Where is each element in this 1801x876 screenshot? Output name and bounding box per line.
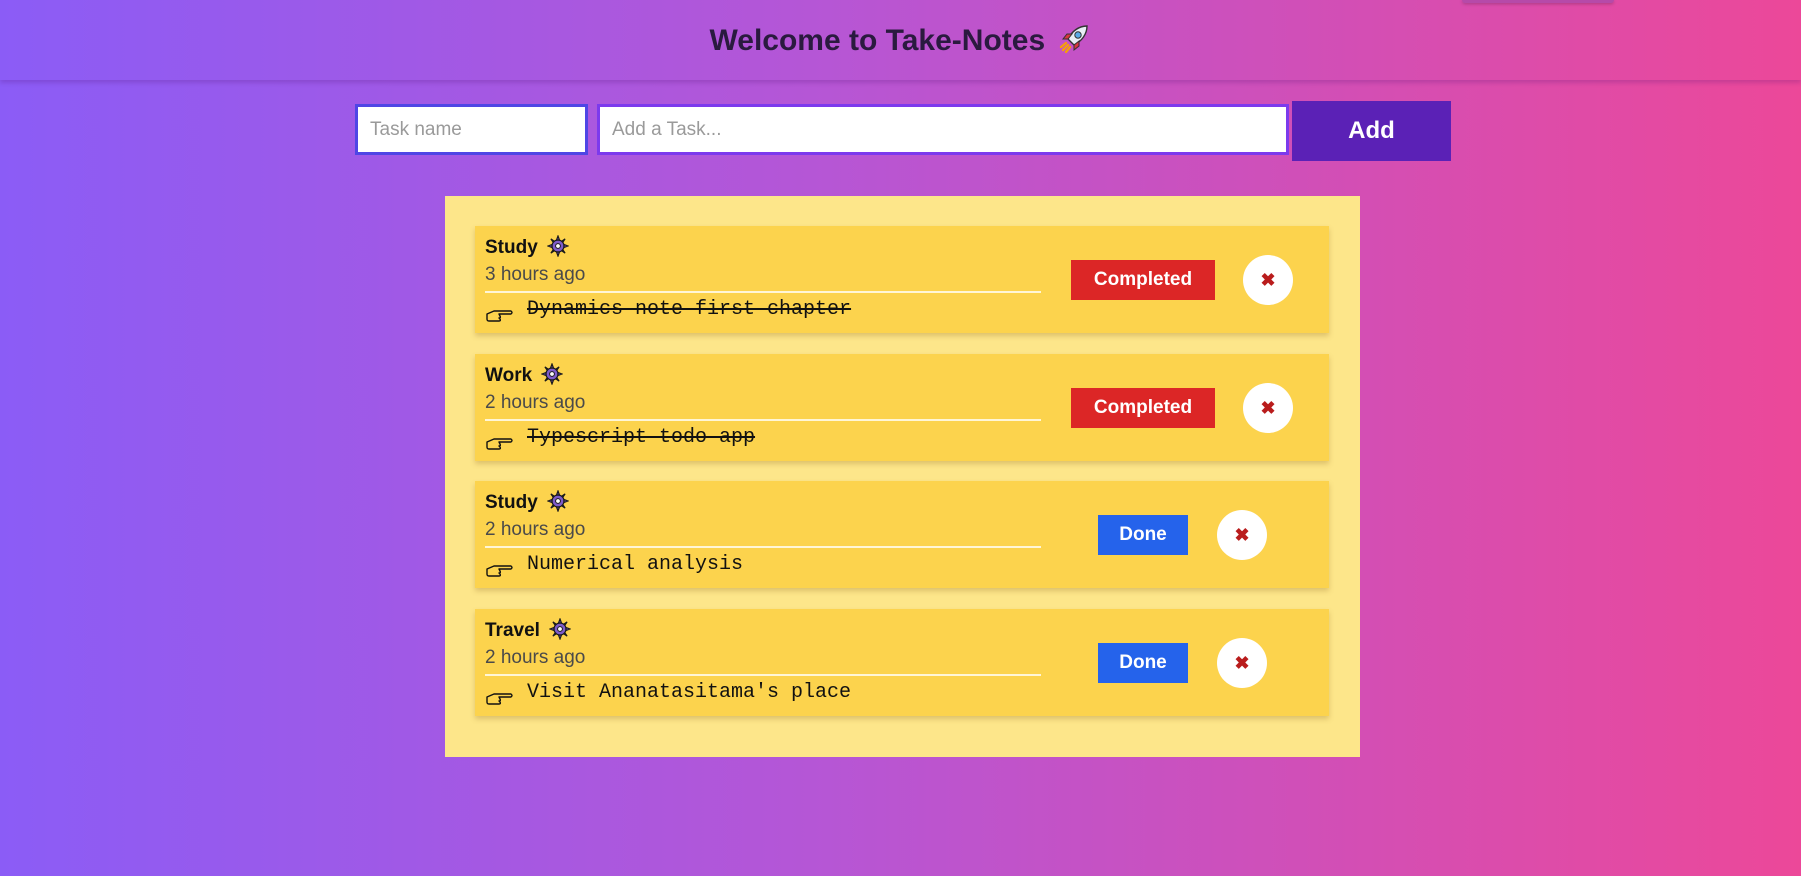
task-list: Study 3 hours ago Dynamics note first ch… (445, 196, 1360, 757)
completed-button[interactable]: Completed (1071, 260, 1215, 300)
page-title-text: Welcome to Take-Notes (709, 24, 1046, 57)
done-button[interactable]: Done (1098, 643, 1188, 683)
completed-button[interactable]: Completed (1071, 388, 1215, 428)
task-category: Study (485, 234, 570, 263)
task-input[interactable] (597, 104, 1289, 155)
rocket-icon (1057, 22, 1091, 64)
task-description: Typescript todo app (527, 426, 756, 449)
task-card: Study 3 hours ago Dynamics note first ch… (475, 226, 1329, 333)
task-timestamp: 2 hours ago (485, 519, 586, 540)
task-category-label: Travel (485, 620, 540, 641)
task-divider (485, 546, 1041, 548)
app-header: Welcome to Take-Notes (0, 0, 1801, 80)
header-accent (1462, 0, 1614, 3)
task-timestamp: 3 hours ago (485, 264, 586, 285)
pointing-hand-icon (485, 306, 513, 324)
task-description: Visit Ananatasitama's place (527, 681, 852, 704)
task-card: Study 2 hours ago Numerical analysis Don… (475, 481, 1329, 588)
close-icon: ✖ (1234, 524, 1250, 545)
task-category: Study (485, 489, 570, 518)
task-category-label: Work (485, 365, 533, 386)
task-divider (485, 674, 1041, 676)
task-category-label: Study (485, 492, 538, 513)
task-description: Dynamics note first chapter (527, 298, 852, 321)
task-category-label: Study (485, 237, 538, 258)
task-divider (485, 419, 1041, 421)
done-button[interactable]: Done (1098, 515, 1188, 555)
add-button[interactable]: Add (1292, 101, 1451, 161)
task-description: Numerical analysis (527, 553, 744, 576)
close-icon: ✖ (1260, 269, 1276, 290)
pointing-hand-icon (485, 434, 513, 452)
task-timestamp: 2 hours ago (485, 392, 586, 413)
close-icon: ✖ (1260, 397, 1276, 418)
pointing-hand-icon (485, 689, 513, 707)
gear-icon (548, 617, 572, 646)
close-icon: ✖ (1234, 652, 1250, 673)
delete-button[interactable]: ✖ (1243, 255, 1293, 305)
delete-button[interactable]: ✖ (1217, 638, 1267, 688)
task-card: Travel 2 hours ago Visit Ananatasitama's… (475, 609, 1329, 716)
task-divider (485, 291, 1041, 293)
task-card: Work 2 hours ago Typescript todo app Com… (475, 354, 1329, 461)
delete-button[interactable]: ✖ (1217, 510, 1267, 560)
gear-icon (546, 234, 570, 263)
task-timestamp: 2 hours ago (485, 647, 586, 668)
pointing-hand-icon (485, 561, 513, 579)
page-title: Welcome to Take-Notes (0, 22, 1801, 64)
task-name-input[interactable] (355, 104, 588, 155)
task-category: Travel (485, 617, 572, 646)
task-category: Work (485, 362, 565, 391)
gear-icon (540, 362, 565, 391)
gear-icon (546, 489, 570, 518)
delete-button[interactable]: ✖ (1243, 383, 1293, 433)
